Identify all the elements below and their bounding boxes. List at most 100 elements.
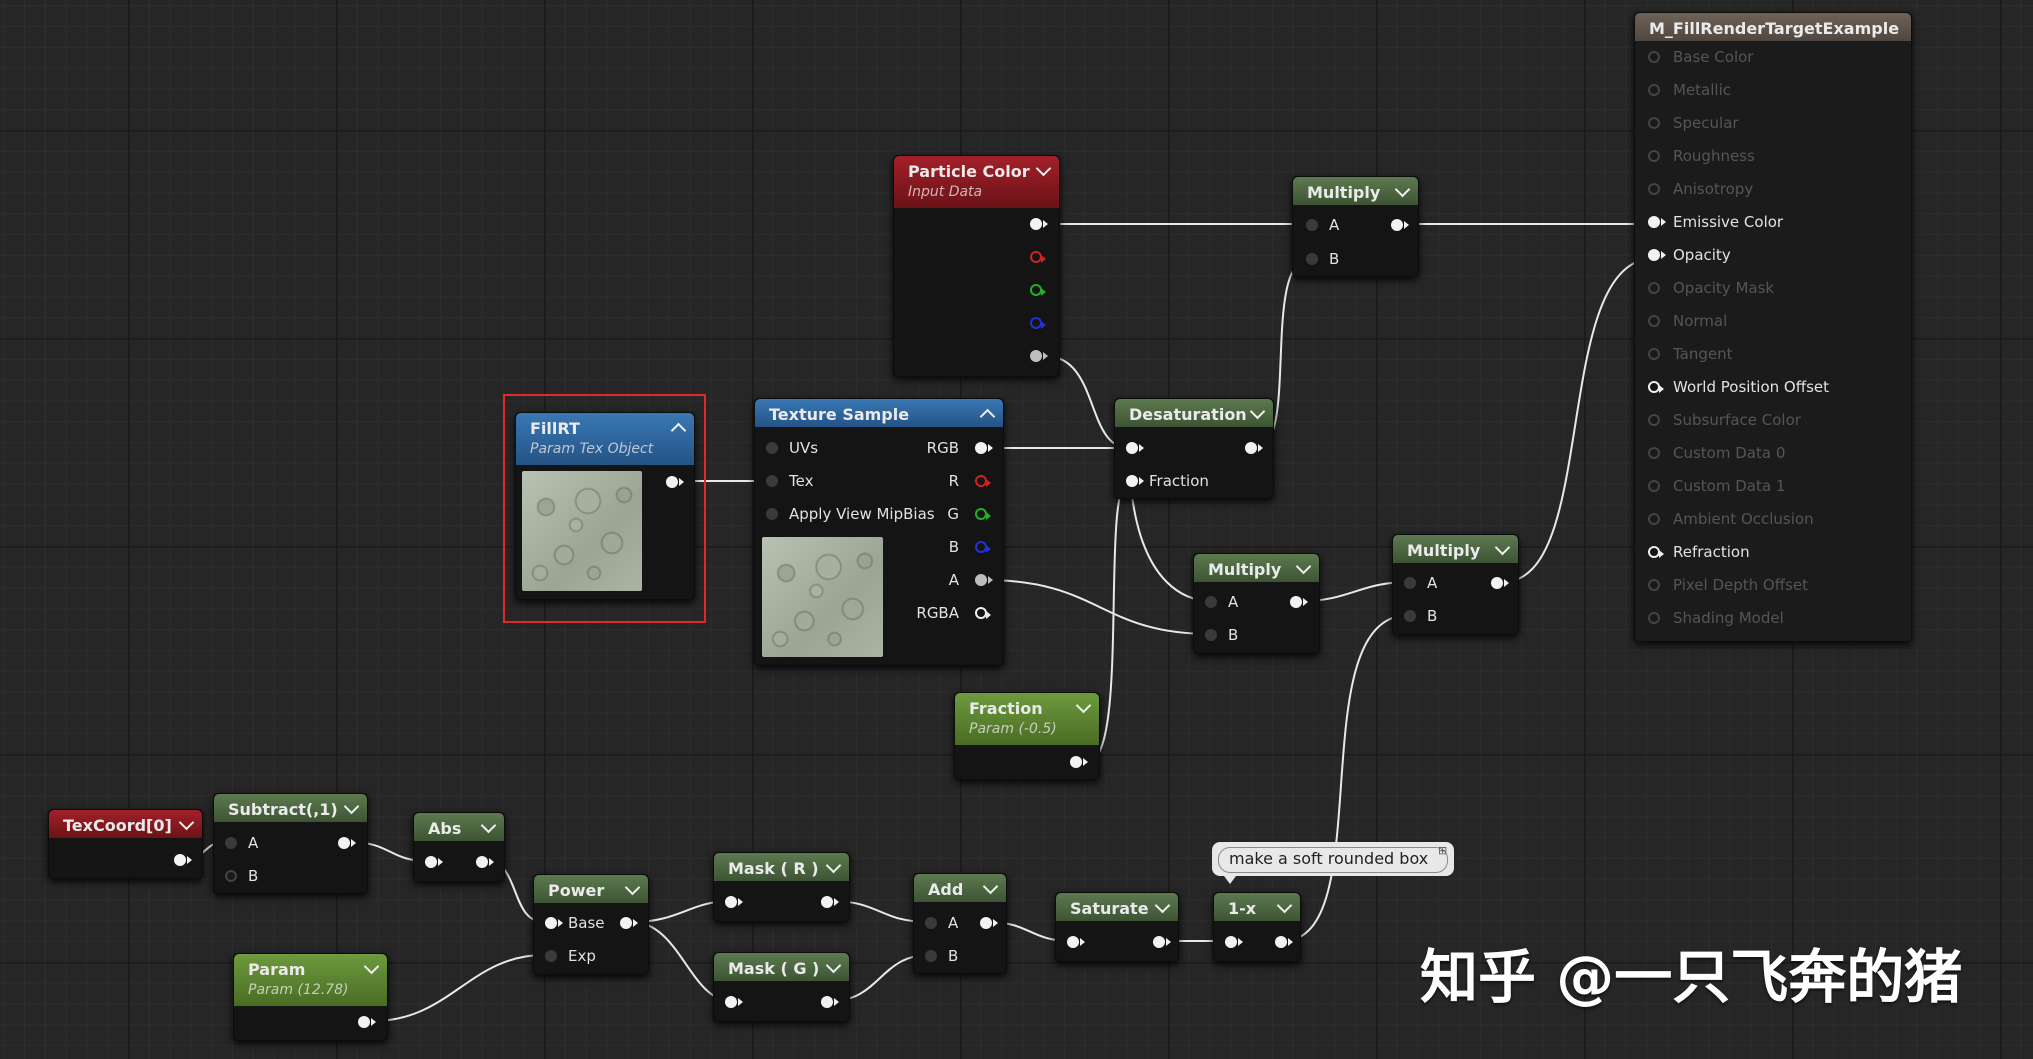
result-pin[interactable] [1648, 348, 1660, 360]
result-pin[interactable] [1648, 216, 1666, 228]
result-node-header[interactable]: M_FillRenderTargetExample [1635, 13, 1911, 41]
result-pin[interactable] [1648, 84, 1660, 96]
chevron-up-icon[interactable] [979, 408, 996, 425]
particle-r-pin[interactable] [1030, 251, 1046, 263]
mask-g-in-pin[interactable] [725, 996, 743, 1008]
texture-g-pin[interactable] [975, 508, 991, 520]
saturate-node[interactable]: Saturate [1055, 892, 1179, 962]
pin-icon[interactable]: ⊞ [1438, 844, 1447, 857]
chevron-down-icon[interactable] [1035, 160, 1052, 177]
result-pin[interactable] [1648, 51, 1660, 63]
desaturation-out-pin[interactable] [1245, 442, 1263, 454]
param-node[interactable]: Param Param (12.78) [233, 953, 388, 1041]
desaturation-fraction-pin[interactable] [1126, 475, 1144, 487]
fraction-param-out-pin[interactable] [1070, 756, 1088, 768]
multiply-right-out-pin[interactable] [1491, 577, 1509, 589]
mask-r-in-pin[interactable] [725, 896, 743, 908]
power-node[interactable]: Power Base Exp [533, 874, 649, 975]
one-minus-in-pin[interactable] [1225, 936, 1243, 948]
result-pin[interactable] [1648, 282, 1660, 294]
texcoord-node[interactable]: TexCoord[0] [48, 809, 203, 879]
desaturation-node[interactable]: Desaturation Fraction [1114, 398, 1274, 499]
texture-mipbias-pin[interactable] [766, 508, 778, 520]
mask-g-out-pin[interactable] [821, 996, 839, 1008]
multiply-top-node[interactable]: Multiply A B [1292, 176, 1419, 277]
result-pin[interactable] [1648, 117, 1660, 129]
chevron-down-icon[interactable] [178, 814, 195, 831]
result-pin[interactable] [1648, 315, 1660, 327]
particle-b-pin[interactable] [1030, 317, 1046, 329]
node-comment-bubble[interactable]: make a soft rounded box [1212, 842, 1454, 884]
desaturation-in-pin[interactable] [1126, 442, 1144, 454]
chevron-down-icon[interactable] [1154, 897, 1171, 914]
add-header[interactable]: Add [914, 874, 1006, 902]
multiply-top-out-pin[interactable] [1391, 219, 1409, 231]
saturate-out-pin[interactable] [1153, 936, 1171, 948]
subtract-out-pin[interactable] [338, 837, 356, 849]
mask-r-header[interactable]: Mask ( R ) [714, 853, 849, 881]
saturate-in-pin[interactable] [1067, 936, 1085, 948]
result-pin[interactable] [1648, 150, 1660, 162]
result-pin[interactable] [1648, 579, 1660, 591]
subtract-a-pin[interactable] [225, 837, 237, 849]
abs-in-pin[interactable] [425, 856, 443, 868]
chevron-down-icon[interactable] [825, 957, 842, 974]
multiply-right-node[interactable]: Multiply A B [1392, 534, 1519, 635]
particle-color-node[interactable]: Particle Color Input Data [893, 155, 1060, 377]
multiply-top-header[interactable]: Multiply [1293, 177, 1418, 205]
multiply-right-a-pin[interactable] [1404, 577, 1416, 589]
mask-g-header[interactable]: Mask ( G ) [714, 953, 849, 981]
texture-a-pin[interactable] [975, 574, 993, 586]
multiply-mid-out-pin[interactable] [1290, 596, 1308, 608]
subtract-b-pin[interactable] [225, 870, 237, 882]
multiply-mid-a-pin[interactable] [1205, 596, 1217, 608]
chevron-down-icon[interactable] [1276, 897, 1293, 914]
subtract-node[interactable]: Subtract(,1) A B [213, 793, 368, 894]
chevron-down-icon[interactable] [343, 798, 360, 815]
texcoord-out-pin[interactable] [174, 854, 192, 866]
texture-rgb-pin[interactable] [975, 442, 993, 454]
result-pin[interactable] [1648, 414, 1660, 426]
chevron-down-icon[interactable] [624, 879, 641, 896]
subtract-header[interactable]: Subtract(,1) [214, 794, 367, 822]
result-pin[interactable] [1648, 612, 1660, 624]
texture-b-pin[interactable] [975, 541, 991, 553]
result-pin[interactable] [1648, 480, 1660, 492]
abs-node[interactable]: Abs [413, 812, 505, 882]
power-out-pin[interactable] [620, 917, 638, 929]
result-pin[interactable] [1648, 381, 1664, 393]
material-result-node[interactable]: M_FillRenderTargetExample Base Color Meta… [1634, 12, 1912, 642]
chevron-down-icon[interactable] [1249, 403, 1266, 420]
particle-a-pin[interactable] [1030, 350, 1048, 362]
chevron-down-icon[interactable] [1295, 558, 1312, 575]
add-out-pin[interactable] [980, 917, 998, 929]
saturate-header[interactable]: Saturate [1056, 893, 1178, 921]
power-exp-pin[interactable] [545, 950, 557, 962]
texture-r-pin[interactable] [975, 475, 991, 487]
desaturation-header[interactable]: Desaturation [1115, 399, 1273, 427]
add-a-pin[interactable] [925, 917, 937, 929]
chevron-down-icon[interactable] [982, 878, 999, 895]
texture-tex-pin[interactable] [766, 475, 778, 487]
particle-rgb-pin[interactable] [1030, 218, 1048, 230]
texcoord-header[interactable]: TexCoord[0] [49, 810, 202, 838]
abs-out-pin[interactable] [476, 856, 494, 868]
result-pin[interactable] [1648, 447, 1660, 459]
power-header[interactable]: Power [534, 875, 648, 903]
multiply-right-header[interactable]: Multiply [1393, 535, 1518, 563]
fraction-param-node[interactable]: Fraction Param (-0.5) [954, 692, 1100, 780]
abs-header[interactable]: Abs [414, 813, 504, 841]
mask-r-out-pin[interactable] [821, 896, 839, 908]
result-pin[interactable] [1648, 249, 1666, 261]
param-header[interactable]: Param Param (12.78) [234, 954, 387, 1006]
particle-g-pin[interactable] [1030, 284, 1046, 296]
texture-sample-header[interactable]: Texture Sample [755, 399, 1003, 427]
result-pin[interactable] [1648, 513, 1660, 525]
texture-uvs-pin[interactable] [766, 442, 778, 454]
fraction-param-header[interactable]: Fraction Param (-0.5) [955, 693, 1099, 745]
chevron-down-icon[interactable] [1075, 697, 1092, 714]
multiply-top-b-pin[interactable] [1306, 253, 1318, 265]
chevron-down-icon[interactable] [480, 817, 497, 834]
add-node[interactable]: Add A B [913, 873, 1007, 974]
multiply-mid-node[interactable]: Multiply A B [1193, 553, 1320, 654]
